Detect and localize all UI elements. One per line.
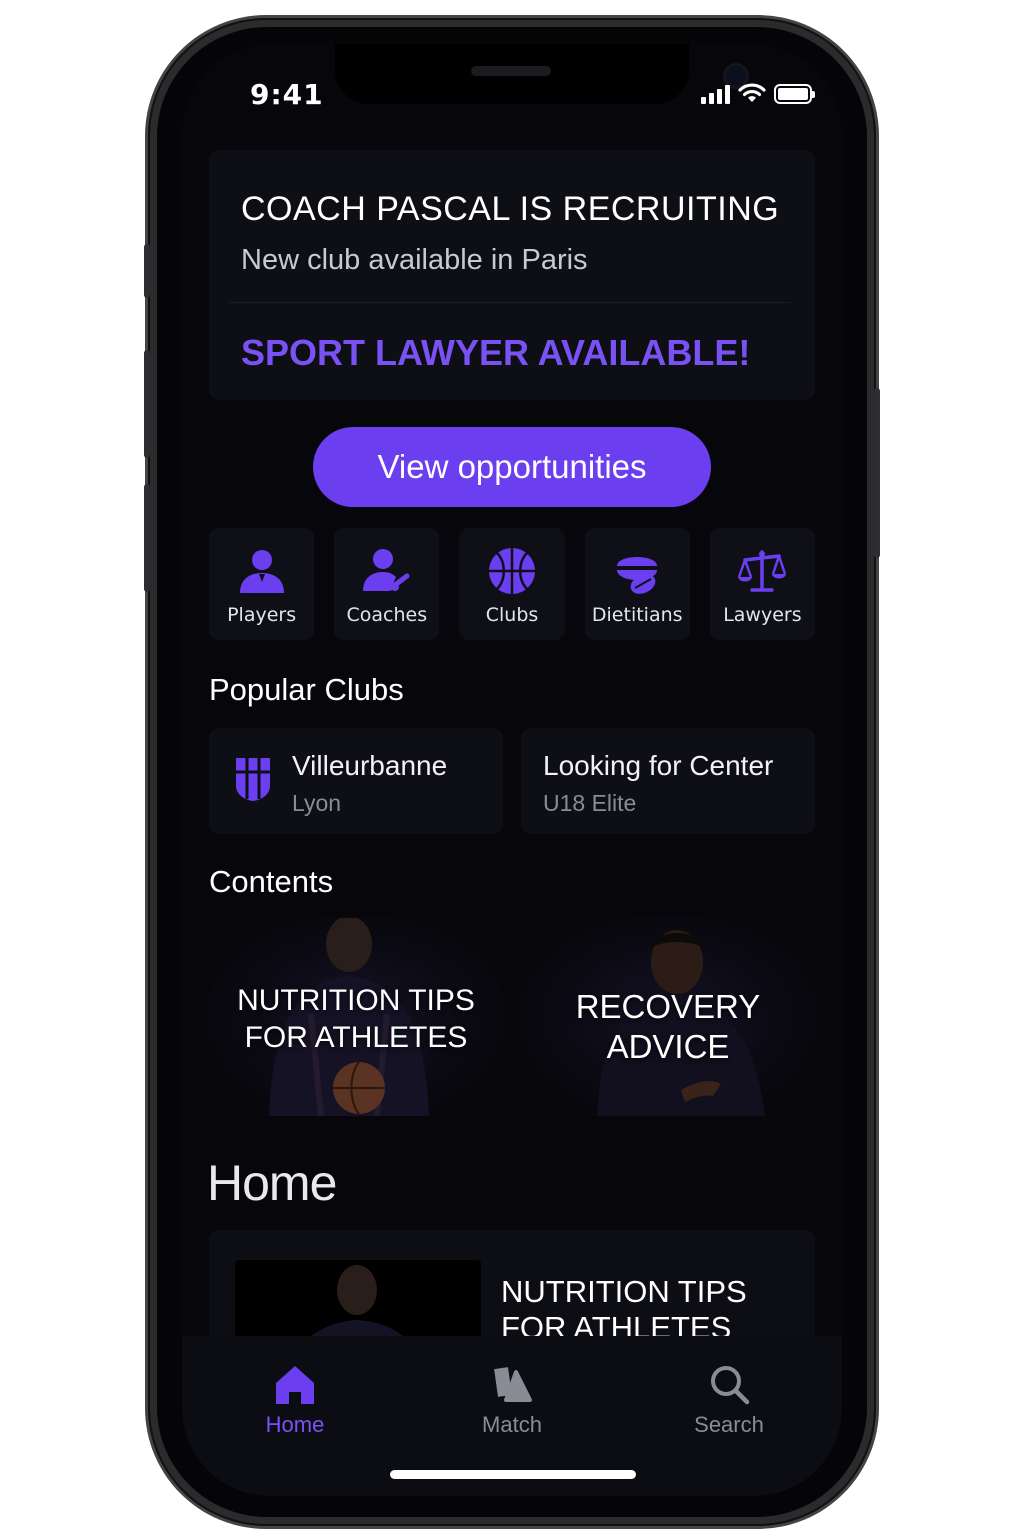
club-card-looking-for-center[interactable]: Looking for Center U18 Elite	[521, 728, 815, 834]
club-location: Lyon	[292, 790, 342, 816]
notch	[335, 44, 746, 104]
club-listing-title: Looking for Center	[543, 750, 774, 781]
content-title-line1: RECOVERY	[575, 988, 761, 1025]
promo-title: COACH PASCAL IS RECRUITING	[241, 190, 780, 228]
tab-label: Match	[482, 1412, 542, 1437]
tab-label: Search	[694, 1412, 764, 1437]
club-name: Villeurbanne	[292, 750, 448, 781]
contents-heading: Contents	[209, 864, 334, 899]
feed-title-line1: NUTRITION TIPS	[501, 1274, 747, 1309]
volume-down-button	[144, 484, 150, 592]
battery-icon	[774, 84, 815, 104]
category-row: Players Coaches Clubs Dietitians Lawyers	[209, 528, 816, 640]
club-card-villeurbanne[interactable]: Villeurbanne Lyon	[209, 728, 503, 834]
food-icon	[617, 557, 658, 594]
tab-label: Home	[265, 1412, 325, 1437]
silent-switch	[144, 244, 150, 298]
content-card-nutrition[interactable]: NUTRITION TIPS FOR ATHLETES	[209, 918, 503, 1116]
popular-clubs-heading: Popular Clubs	[209, 672, 404, 707]
category-label: Clubs	[485, 604, 539, 626]
speaker-grille	[471, 66, 551, 76]
content-title-line2: FOR ATHLETES	[244, 1021, 468, 1054]
lawyer-alert-link[interactable]: SPORT LAWYER AVAILABLE!	[241, 332, 750, 374]
promo-subtitle: New club available in Paris	[241, 244, 588, 276]
status-icons	[701, 82, 815, 104]
tab-match[interactable]: Match	[437, 1336, 587, 1456]
search-icon	[711, 1366, 750, 1405]
home-indicator[interactable]	[390, 1470, 636, 1479]
club-crest-icon	[236, 758, 270, 801]
category-lawyers[interactable]: Lawyers	[709, 528, 816, 640]
recruiting-promo-card[interactable]: COACH PASCAL IS RECRUITING New club avai…	[209, 150, 815, 400]
category-clubs[interactable]: Clubs	[459, 528, 565, 640]
category-dietitians[interactable]: Dietitians	[584, 528, 690, 640]
promo-divider	[229, 302, 791, 303]
content-title-line2: ADVICE	[606, 1028, 730, 1065]
category-coaches[interactable]: Coaches	[334, 528, 440, 640]
content-title-line1: NUTRITION TIPS	[237, 984, 475, 1017]
player-icon	[239, 550, 284, 593]
volume-up-button	[144, 350, 150, 458]
home-icon	[276, 1366, 314, 1404]
status-time: 9:41	[250, 78, 324, 111]
category-label: Lawyers	[723, 604, 802, 626]
tab-home[interactable]: Home	[220, 1336, 370, 1456]
category-label: Dietitians	[591, 604, 683, 626]
match-icon	[494, 1367, 532, 1402]
screen: 9:41 COACH PASCAL IS RECRUITING New club…	[182, 44, 842, 1496]
wifi-icon	[738, 83, 766, 102]
scales-icon	[738, 550, 787, 592]
tab-search[interactable]: Search	[654, 1336, 804, 1456]
club-listing-sub: U18 Elite	[543, 790, 637, 816]
cellular-signal-icon	[701, 84, 730, 104]
coach-icon	[362, 549, 410, 591]
home-heading: Home	[207, 1155, 337, 1211]
category-label: Coaches	[346, 604, 428, 626]
view-opportunities-button[interactable]: View opportunities	[313, 427, 711, 507]
power-button	[874, 388, 880, 558]
category-label: Players	[227, 604, 297, 626]
basketball-icon	[489, 548, 535, 594]
content-card-recovery[interactable]: RECOVERY ADVICE	[521, 918, 815, 1116]
category-players[interactable]: Players	[209, 528, 315, 640]
